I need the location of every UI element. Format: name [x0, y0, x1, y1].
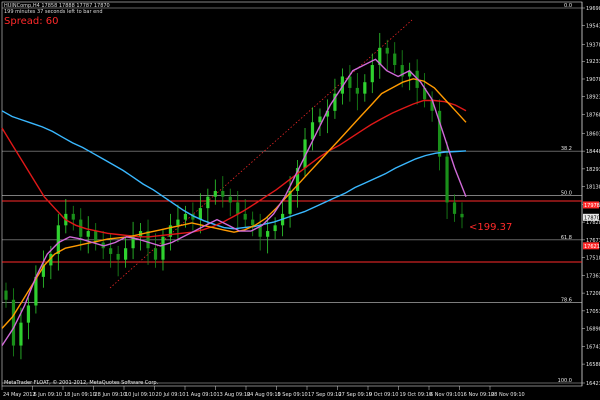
- y-tick-label-2: 19378: [586, 43, 600, 49]
- x-tick-label-1: 6 Jun 09:10: [34, 392, 63, 398]
- copyright-text: MetaTrader FLOAT, © 2001-2012, MetaQuote…: [4, 379, 159, 386]
- candle-body-51: [385, 47, 389, 54]
- candle-body-35: [266, 231, 270, 237]
- fib-label-2: 50.0: [561, 191, 572, 197]
- candle-body-29: [221, 190, 225, 197]
- candle-body-16: [124, 248, 128, 260]
- y-tick-label-5: 18923: [586, 95, 600, 101]
- y-axis-ticks: 19698 19543 19378 19233 19078 18923 18768 18603…: [582, 6, 600, 387]
- y-tick-label-14: 17518: [586, 256, 600, 262]
- x-tick-label-10: 17 Sep 09:10: [308, 392, 341, 398]
- y-tick-label-19: 16743: [586, 344, 600, 350]
- candle-body-60: [452, 202, 457, 214]
- candle-body-1: [11, 299, 16, 346]
- candle-body-27: [206, 196, 210, 209]
- candle-body-9: [71, 213, 75, 220]
- y-tick-label-16: 17208: [586, 291, 600, 297]
- candle-body-21: [161, 236, 165, 260]
- x-tick-label-7: 13 Aug 09:10: [217, 392, 251, 398]
- candle-body-7: [56, 225, 60, 254]
- spread-label: Spread: 60: [4, 16, 59, 27]
- x-tick-label-13: 19 Oct 09:10: [400, 392, 433, 398]
- y-tick-label-8: 18448: [586, 149, 600, 155]
- candle-body-42: [318, 116, 322, 123]
- candle-body-52: [393, 53, 397, 66]
- price-chart[interactable]: 0.038.250.061.878.6100.0 HUINComp,H4 178…: [0, 0, 600, 400]
- x-axis-ticks: 24 May 20126 Jun 09:10 18 Jun 09:1028 Jun…: [1, 386, 525, 398]
- x-tick-label-5: 20 Jul 09:10: [156, 392, 186, 398]
- fib-label-4: 78.6: [561, 298, 572, 304]
- y-tick-label-0: 19698: [586, 6, 600, 12]
- candle-body-23: [176, 219, 180, 226]
- mt4-chart-window[interactable]: 0.0 38.2 50.0 61.8 78.6 100.0 HUINComp,H4 178…: [0, 0, 600, 400]
- candle-body-49: [370, 65, 374, 83]
- candle-body-30: [228, 196, 232, 203]
- x-tick-label-12: 9 Oct 09:10: [369, 392, 398, 398]
- x-tick-label-11: 27 Sep 09:10: [339, 392, 372, 398]
- candle-body-59: [445, 156, 449, 203]
- candle-body-10: [79, 219, 83, 237]
- x-tick-label-3: 28 Jun 09:10: [95, 392, 127, 398]
- x-tick-label-4: 10 Jul 09:10: [125, 392, 155, 398]
- candle-body-15: [116, 253, 120, 260]
- candle-body-32: [243, 213, 247, 220]
- y-tick-label-6: 18768: [586, 112, 600, 118]
- fib-label-0: 0.0: [564, 3, 572, 9]
- candle-body-14: [109, 248, 113, 254]
- price-tag-label-1: 17870: [584, 215, 600, 221]
- candle-body-20: [153, 248, 158, 260]
- y-tick-label-21: 16423: [586, 381, 600, 387]
- x-tick-label-14: 6 Nov 09:10: [430, 392, 461, 398]
- candle-body-24: [183, 213, 188, 220]
- x-tick-label-8: 24 Aug 09:10: [247, 392, 281, 398]
- candle-body-31: [236, 202, 240, 214]
- x-tick-label-9: 5 Sep 09:10: [278, 392, 308, 398]
- x-tick-label-6: 1 Aug 09:10: [186, 392, 217, 398]
- candle-body-33: [251, 219, 255, 226]
- candle-body-28: [213, 190, 217, 197]
- candle-body-26: [198, 208, 202, 220]
- y-tick-label-1: 19543: [586, 24, 600, 30]
- y-tick-label-10: 18138: [586, 185, 600, 191]
- timer-line: 199 minutes 37 seconds left to bar end: [4, 9, 103, 15]
- candle-body-19: [146, 231, 150, 249]
- candle-body-0: [4, 290, 8, 300]
- x-tick-label-0: 24 May 2012: [3, 392, 36, 398]
- candle-body-2: [19, 322, 23, 346]
- price-tag-label-0: 17978: [584, 203, 600, 209]
- x-tick-label-15: 16 Nov 09:10: [461, 392, 495, 398]
- fib-label-1: 38.2: [561, 146, 572, 152]
- candle-body-41: [310, 122, 315, 140]
- candle-body-11: [86, 231, 90, 237]
- plot-frame: [1, 1, 583, 387]
- candle-body-48: [363, 82, 367, 94]
- candle-body-36: [273, 225, 277, 232]
- y-tick-label-18: 16898: [586, 327, 600, 333]
- price-tag-label-2: 17621: [584, 244, 600, 250]
- x-tick-label-2: 18 Jun 09:10: [64, 392, 96, 398]
- x-tick-label-16: 28 Nov 09:10: [491, 392, 525, 398]
- y-tick-label-7: 18603: [586, 131, 600, 137]
- y-tick-label-20: 16588: [586, 362, 600, 368]
- y-tick-label-3: 19233: [586, 59, 600, 65]
- candle-body-46: [348, 76, 352, 88]
- y-tick-label-17: 17053: [586, 309, 600, 315]
- y-tick-label-9: 18293: [586, 167, 600, 173]
- candle-body-61: [460, 213, 464, 218]
- candle-body-47: [355, 87, 359, 94]
- y-tick-label-15: 17363: [586, 273, 600, 279]
- fib-label-3: 61.8: [561, 235, 572, 241]
- y-tick-label-4: 19078: [586, 77, 600, 83]
- candle-body-3: [26, 305, 31, 323]
- distance-annotation: <199.37: [469, 222, 512, 233]
- fib-label-5: 100.0: [558, 378, 572, 384]
